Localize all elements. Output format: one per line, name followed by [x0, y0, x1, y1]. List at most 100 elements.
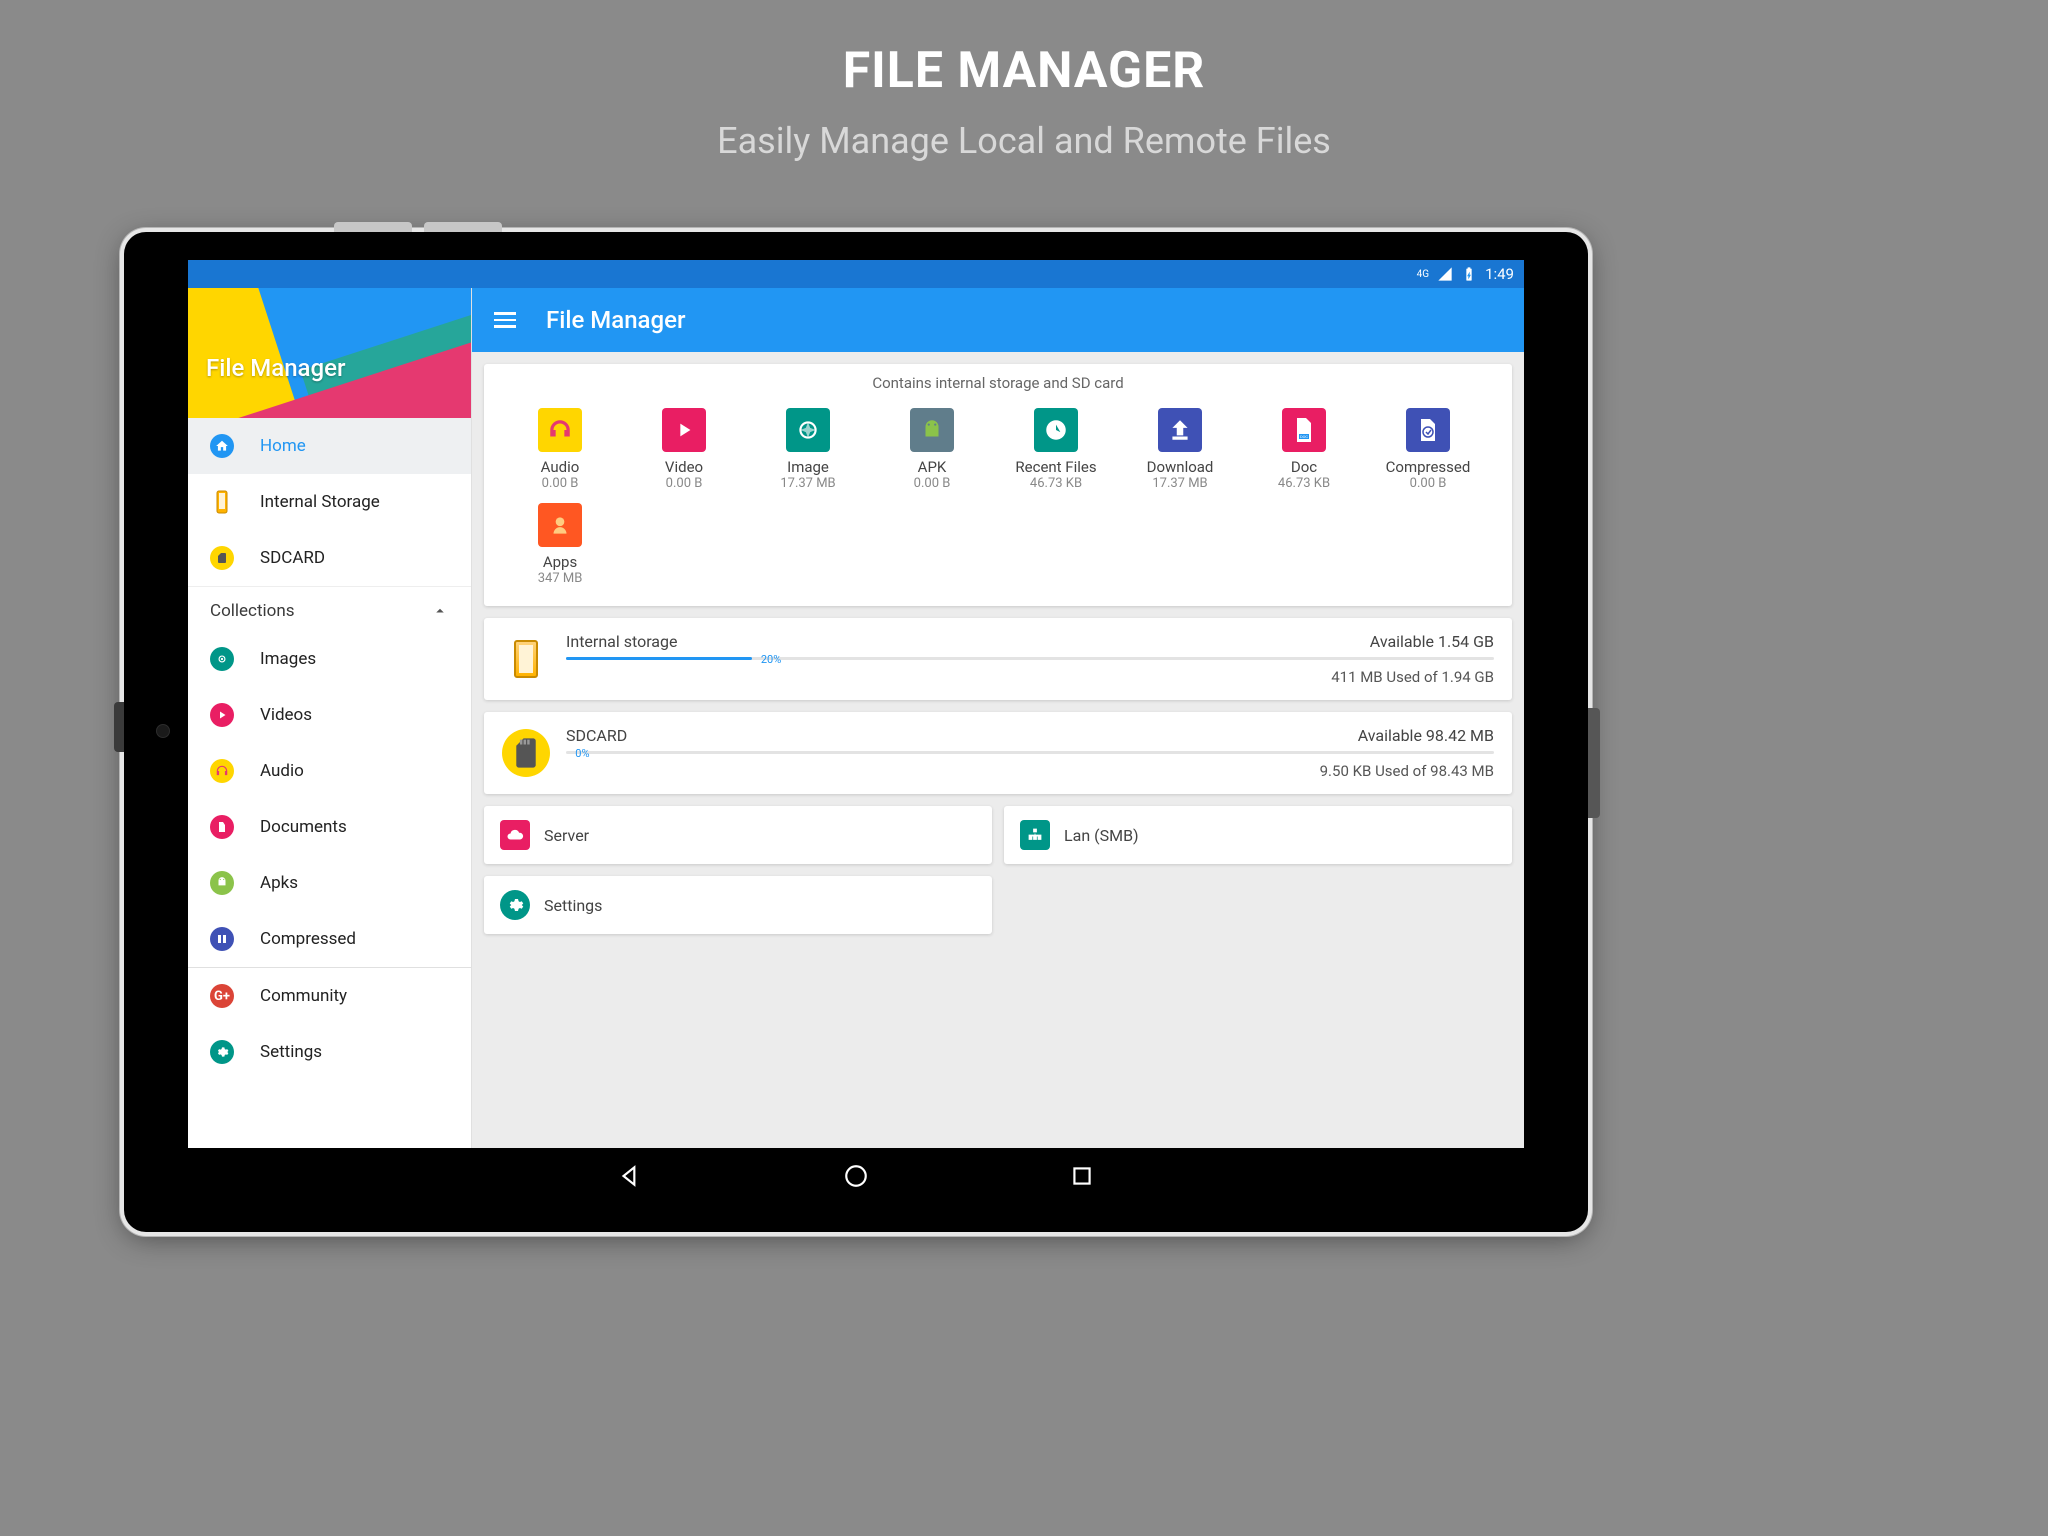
sidebar-item-community[interactable]: G+ Community: [188, 968, 471, 1024]
navigation-bar: [188, 1148, 1524, 1204]
category-label: Apps: [543, 553, 577, 571]
category-size: 0.00 B: [666, 476, 703, 491]
sidebar-item-settings[interactable]: Settings: [188, 1024, 471, 1080]
sidebar-item-label: Home: [260, 436, 306, 456]
category-icon: [662, 408, 706, 452]
recent-apps-icon[interactable]: [1069, 1163, 1095, 1189]
storage-used: 9.50 KB Used of 98.43 MB: [1320, 762, 1494, 780]
category-size: 0.00 B: [542, 476, 579, 491]
storage-pct: 20%: [761, 653, 781, 666]
lan-card[interactable]: Lan (SMB): [1004, 806, 1512, 864]
sidebar-section-label: Collections: [210, 601, 295, 621]
server-card[interactable]: Server: [484, 806, 992, 864]
sidebar-item-images[interactable]: Images: [188, 631, 471, 687]
category-video[interactable]: Video0.00 B: [622, 402, 746, 497]
category-apps[interactable]: Apps347 MB: [498, 497, 622, 592]
storage-icon: [502, 635, 550, 683]
document-icon: [210, 815, 234, 839]
status-time: 1:49: [1485, 265, 1514, 283]
sidebar-item-internal-storage[interactable]: Internal Storage: [188, 474, 471, 530]
sidebar-header-title: File Manager: [206, 354, 345, 382]
category-label: Recent Files: [1015, 458, 1096, 476]
category-size: 17.37 MB: [780, 476, 835, 491]
sidebar-item-label: Compressed: [260, 929, 356, 949]
sidebar-section-collections[interactable]: Collections: [188, 586, 471, 631]
home-icon: [210, 434, 234, 458]
sidebar-item-videos[interactable]: Videos: [188, 687, 471, 743]
storage-sdcard[interactable]: SDCARDAvailable 98.42 MB0%9.50 KB Used o…: [484, 712, 1512, 794]
category-icon: [1034, 408, 1078, 452]
gear-icon: [210, 1040, 234, 1064]
category-download[interactable]: Download17.37 MB: [1118, 402, 1242, 497]
home-nav-icon[interactable]: [843, 1163, 869, 1189]
category-icon: [786, 408, 830, 452]
tablet-camera: [156, 724, 170, 738]
storage-available: Available 1.54 GB: [1370, 632, 1494, 651]
storage-used: 411 MB Used of 1.94 GB: [1331, 668, 1494, 686]
sidebar-item-label: Audio: [260, 761, 304, 781]
content: Contains internal storage and SD card Au…: [472, 352, 1524, 1148]
server-label: Server: [544, 826, 589, 845]
settings-card[interactable]: Settings: [484, 876, 992, 934]
chevron-up-icon: [431, 602, 449, 620]
category-size: 17.37 MB: [1152, 476, 1207, 491]
category-recent-files[interactable]: Recent Files46.73 KB: [994, 402, 1118, 497]
tablet-button-right: [1588, 708, 1600, 818]
categories-hint: Contains internal storage and SD card: [484, 364, 1512, 396]
category-size: 0.00 B: [1410, 476, 1447, 491]
status-bar: 4G 1:49: [188, 260, 1524, 288]
category-icon: [538, 503, 582, 547]
storage-progress: 20%: [566, 657, 1494, 660]
category-label: Video: [665, 458, 703, 476]
category-label: Download: [1147, 458, 1214, 476]
appbar-title: File Manager: [546, 306, 685, 334]
sidebar-item-label: Internal Storage: [260, 492, 380, 512]
signal-icon: [1437, 266, 1453, 282]
category-size: 46.73 KB: [1030, 476, 1082, 491]
category-size: 347 MB: [538, 571, 583, 586]
category-image[interactable]: Image17.37 MB: [746, 402, 870, 497]
category-icon: [1158, 408, 1202, 452]
storage-pct: 0%: [575, 747, 589, 760]
sidebar-item-audio[interactable]: Audio: [188, 743, 471, 799]
category-label: Image: [787, 458, 829, 476]
storage-progress: 0%: [566, 751, 1494, 754]
category-apk[interactable]: APK0.00 B: [870, 402, 994, 497]
marketing-subtitle: Easily Manage Local and Remote Files: [0, 100, 2048, 162]
category-icon: [1406, 408, 1450, 452]
category-audio[interactable]: Audio0.00 B: [498, 402, 622, 497]
category-compressed[interactable]: Compressed0.00 B: [1366, 402, 1490, 497]
category-doc[interactable]: DOCDoc46.73 KB: [1242, 402, 1366, 497]
gear-icon: [500, 890, 530, 920]
category-label: Compressed: [1386, 458, 1471, 476]
headphones-icon: [210, 759, 234, 783]
storage-name: SDCARD: [566, 726, 627, 745]
lan-label: Lan (SMB): [1064, 826, 1139, 845]
cloud-icon: [500, 820, 530, 850]
menu-icon[interactable]: [494, 312, 516, 328]
network-label: 4G: [1417, 269, 1429, 280]
phone-icon: [210, 490, 234, 514]
sidebar-item-compressed[interactable]: Compressed: [188, 911, 471, 967]
sidebar-item-documents[interactable]: Documents: [188, 799, 471, 855]
android-icon: [210, 871, 234, 895]
zip-icon: [210, 927, 234, 951]
sidebar-item-apks[interactable]: Apks: [188, 855, 471, 911]
tablet-button-top-2: [424, 222, 502, 232]
sidebar-item-label: Images: [260, 649, 316, 669]
sidebar-item-sdcard[interactable]: SDCARD: [188, 530, 471, 586]
storage-internal-storage[interactable]: Internal storageAvailable 1.54 GB20%411 …: [484, 618, 1512, 700]
battery-icon: [1461, 266, 1477, 282]
sidebar-item-label: Apks: [260, 873, 298, 893]
category-icon: [538, 408, 582, 452]
appbar: File Manager: [472, 288, 1524, 352]
category-size: 0.00 B: [914, 476, 951, 491]
sdcard-icon: [210, 546, 234, 570]
category-size: 46.73 KB: [1278, 476, 1330, 491]
sidebar-item-home[interactable]: Home: [188, 418, 471, 474]
sidebar-item-label: Documents: [260, 817, 347, 837]
svg-text:DOC: DOC: [1300, 434, 1308, 439]
back-icon[interactable]: [617, 1163, 643, 1189]
sidebar-item-label: SDCARD: [260, 548, 325, 568]
sidebar-item-label: Settings: [260, 1042, 322, 1062]
